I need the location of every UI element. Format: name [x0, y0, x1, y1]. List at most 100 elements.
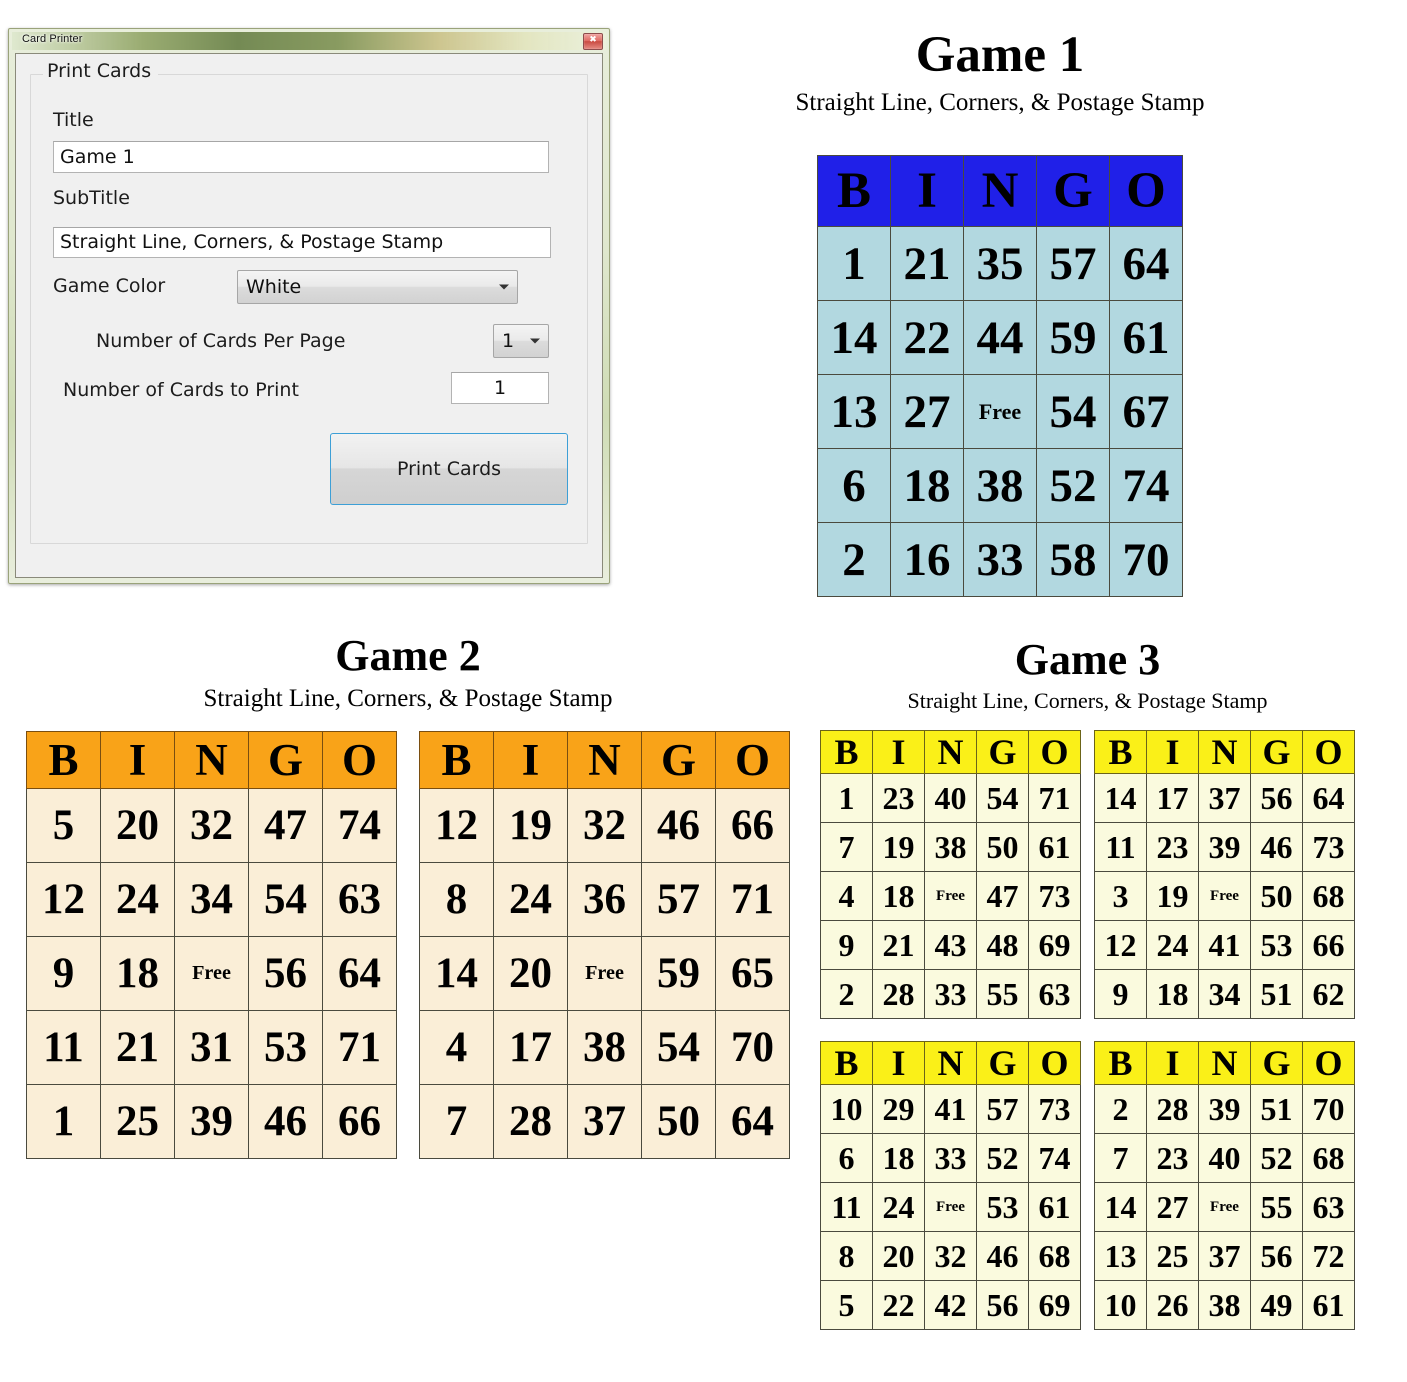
game-2-subtitle: Straight Line, Corners, & Postage Stamp — [203, 685, 613, 712]
subtitle-label: SubTitle — [53, 187, 130, 209]
subtitle-input[interactable]: Straight Line, Corners, & Postage Stamp — [53, 227, 551, 258]
bingo-header-cell: B — [26, 731, 101, 789]
bingo-row: 12 24 41 53 66 — [1094, 920, 1355, 970]
bingo-number-cell: 61 — [1302, 1280, 1355, 1330]
groupbox-caption: Print Cards — [43, 60, 159, 82]
title-input[interactable]: Game 1 — [53, 141, 549, 173]
bingo-number-cell: 71 — [322, 1010, 397, 1085]
bingo-number-cell: 24 — [1146, 920, 1199, 970]
game-3-title: Game 3 — [1014, 635, 1161, 684]
bingo-header-cell: B — [820, 730, 873, 774]
game-3-subtitle: Straight Line, Corners, & Postage Stamp — [907, 688, 1268, 713]
game-section-3: Game 3 Straight Line, Corners, & Postage… — [815, 638, 1360, 1330]
bingo-number-cell: 50 — [976, 822, 1029, 872]
bingo-number-cell: 18 — [100, 936, 175, 1011]
bingo-number-cell: 54 — [641, 1010, 716, 1085]
title-label: Title — [53, 109, 94, 131]
bingo-number-cell: 69 — [1028, 1280, 1081, 1330]
bingo-number-cell: 18 — [1146, 969, 1199, 1019]
bingo-number-cell: 53 — [248, 1010, 323, 1085]
bingo-number-cell: 28 — [493, 1084, 568, 1159]
bingo-row: 8 20 32 46 68 — [820, 1231, 1081, 1281]
bingo-number-cell: 14 — [1094, 1182, 1147, 1232]
game-color-select[interactable]: White — [237, 270, 518, 304]
bingo-number-cell: 2 — [1094, 1084, 1147, 1134]
bingo-number-cell: 37 — [1198, 1231, 1251, 1281]
bingo-number-cell: 2 — [817, 522, 891, 597]
bingo-number-cell: 64 — [1302, 773, 1355, 823]
bingo-header-cell: B — [1094, 1041, 1147, 1085]
bingo-number-cell: 37 — [567, 1084, 642, 1159]
bingo-number-cell: 21 — [890, 226, 964, 301]
bingo-number-cell: 38 — [1198, 1280, 1251, 1330]
bingo-free-cell: Free — [567, 936, 642, 1011]
bingo-number-cell: 46 — [976, 1231, 1029, 1281]
chevron-down-icon — [499, 284, 509, 290]
cards-per-page-select[interactable]: 1 — [493, 324, 549, 358]
bingo-card: B I N G O 14 17 37 56 64 11 23 39 46 73 3 19 Free 50 68 12 24… — [1094, 730, 1355, 1019]
bingo-number-cell: 74 — [1028, 1133, 1081, 1183]
bingo-number-cell: 63 — [1302, 1182, 1355, 1232]
bingo-row: 6 18 38 52 74 — [817, 448, 1183, 523]
bingo-header-cell: O — [1028, 730, 1081, 774]
print-cards-button[interactable]: Print Cards — [330, 433, 568, 505]
bingo-row: 8 24 36 57 71 — [419, 862, 790, 937]
bingo-number-cell: 74 — [322, 788, 397, 863]
bingo-number-cell: 1 — [820, 773, 873, 823]
bingo-number-cell: 18 — [872, 1133, 925, 1183]
bingo-number-cell: 14 — [1094, 773, 1147, 823]
bingo-number-cell: 54 — [1036, 374, 1110, 449]
bingo-number-cell: 22 — [872, 1280, 925, 1330]
bingo-number-cell: 68 — [1302, 871, 1355, 921]
game-color-value: White — [246, 276, 302, 298]
bingo-number-cell: 70 — [1302, 1084, 1355, 1134]
bingo-number-cell: 14 — [419, 936, 494, 1011]
bingo-card: B I N G O 10 29 41 57 73 6 18 33 52 74 11 24 Free 53 61 8 20 3… — [820, 1041, 1081, 1330]
bingo-free-cell: Free — [174, 936, 249, 1011]
bingo-number-cell: 29 — [872, 1084, 925, 1134]
bingo-row: 14 20 Free 59 65 — [419, 936, 790, 1011]
window-title: Card Printer — [22, 33, 83, 45]
bingo-number-cell: 39 — [1198, 1084, 1251, 1134]
bingo-number-cell: 55 — [1250, 1182, 1303, 1232]
bingo-number-cell: 19 — [1146, 871, 1199, 921]
bingo-header-cell: I — [1146, 1041, 1199, 1085]
bingo-number-cell: 41 — [1198, 920, 1251, 970]
bingo-number-cell: 56 — [248, 936, 323, 1011]
bingo-row: 5 22 42 56 69 — [820, 1280, 1081, 1330]
bingo-number-cell: 25 — [100, 1084, 175, 1159]
bingo-number-cell: 57 — [976, 1084, 1029, 1134]
bingo-header-row: BINGO — [419, 731, 790, 789]
cards-to-print-input[interactable]: 1 — [451, 372, 549, 404]
bingo-row: 11 21 31 53 71 — [26, 1010, 397, 1085]
bingo-number-cell: 39 — [174, 1084, 249, 1159]
window-titlebar[interactable]: Card Printer ✖ — [12, 32, 606, 50]
bingo-number-cell: 63 — [322, 862, 397, 937]
bingo-card: B I N G O 2 28 39 51 70 7 23 40 52 68 14 27 Free 55 63 13 25 3… — [1094, 1041, 1355, 1330]
bingo-number-cell: 23 — [1146, 1133, 1199, 1183]
bingo-number-cell: 12 — [1094, 920, 1147, 970]
bingo-number-cell: 64 — [1109, 226, 1183, 301]
game-3-card-list: B I N G O 1 23 40 54 71 7 19 38 50 61 4 18 Free 47 73 9 21 43 4… — [815, 730, 1360, 1330]
bingo-row: 7 19 38 50 61 — [820, 822, 1081, 872]
bingo-row: 1 25 39 46 66 — [26, 1084, 397, 1159]
bingo-row: 7 23 40 52 68 — [1094, 1133, 1355, 1183]
bingo-row: 3 19 Free 50 68 — [1094, 871, 1355, 921]
bingo-number-cell: 4 — [820, 871, 873, 921]
bingo-header-cell: G — [976, 730, 1029, 774]
bingo-number-cell: 38 — [567, 1010, 642, 1085]
bingo-number-cell: 58 — [1036, 522, 1110, 597]
close-icon[interactable]: ✖ — [583, 33, 603, 50]
bingo-number-cell: 52 — [1036, 448, 1110, 523]
bingo-number-cell: 43 — [924, 920, 977, 970]
bingo-free-cell: Free — [963, 374, 1037, 449]
bingo-header-cell: N — [963, 155, 1037, 227]
bingo-card: B I N G O 5 20 32 47 74 12 24 34 54 63 9 18 Free 56 64 11 21 3… — [26, 731, 397, 1159]
bingo-header-cell: O — [715, 731, 790, 789]
bingo-row: 6 18 33 52 74 — [820, 1133, 1081, 1183]
bingo-card: B I N G O 1 23 40 54 71 7 19 38 50 61 4 18 Free 47 73 9 21 43 4… — [820, 730, 1081, 1019]
bingo-number-cell: 52 — [1250, 1133, 1303, 1183]
bingo-number-cell: 46 — [1250, 822, 1303, 872]
bingo-header-cell: I — [872, 730, 925, 774]
bingo-row: 11 24 Free 53 61 — [820, 1182, 1081, 1232]
